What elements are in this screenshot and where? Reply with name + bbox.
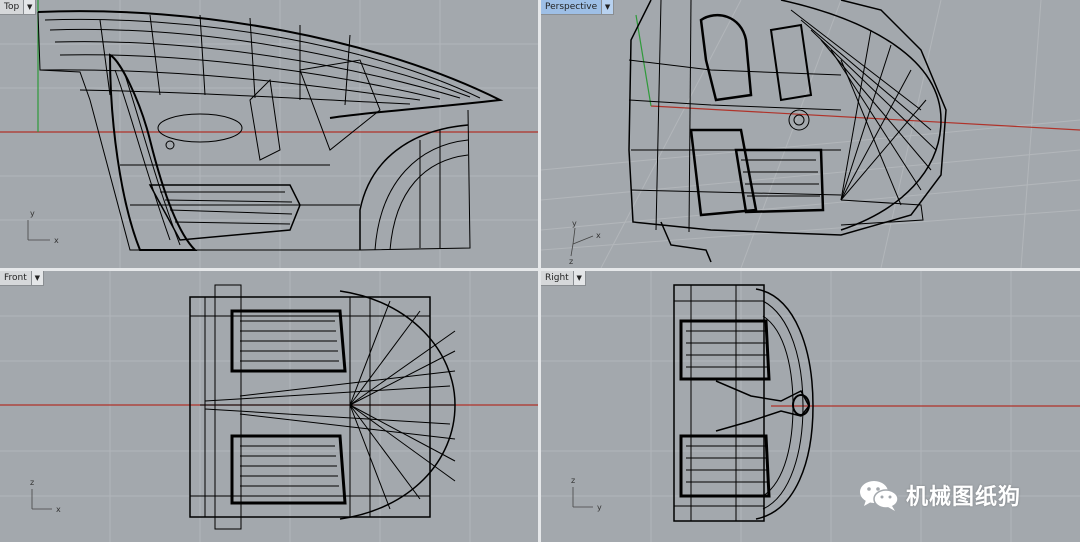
axis-label-y: y xyxy=(572,219,577,228)
axis-label-x: x xyxy=(54,236,59,245)
wireframe-model xyxy=(628,0,947,263)
viewport-front[interactable]: x z Front ▼ xyxy=(0,271,538,542)
viewport-title-perspective: Perspective xyxy=(545,2,598,12)
axis-label-y: y xyxy=(597,503,602,512)
viewport-tab-perspective[interactable]: Perspective ▼ xyxy=(541,0,615,15)
axis-label-x: x xyxy=(596,231,601,240)
viewport-tab-front[interactable]: Front ▼ xyxy=(0,271,44,286)
axis-label-y: y xyxy=(30,209,35,218)
axis-label-z: z xyxy=(569,257,573,266)
chevron-down-icon[interactable]: ▼ xyxy=(23,0,36,14)
viewport-divider-vertical[interactable] xyxy=(538,0,541,542)
axis-label-x: x xyxy=(56,505,61,514)
wireframe-model xyxy=(37,10,504,251)
viewport-tab-top[interactable]: Top ▼ xyxy=(0,0,37,15)
viewport-top[interactable]: x y Top ▼ xyxy=(0,0,538,268)
viewport-top-scene[interactable]: x y xyxy=(0,0,538,268)
wechat-icon xyxy=(860,481,899,511)
chevron-down-icon[interactable]: ▼ xyxy=(30,271,43,285)
viewport-perspective[interactable]: x y z Perspective ▼ xyxy=(541,0,1080,268)
axis-label-z: z xyxy=(30,478,34,487)
wireframe-model xyxy=(673,284,814,522)
chevron-down-icon[interactable]: ▼ xyxy=(572,271,585,285)
chevron-down-icon[interactable]: ▼ xyxy=(601,0,614,14)
viewport-tab-right[interactable]: Right ▼ xyxy=(541,271,586,286)
viewport-title-front: Front xyxy=(4,273,27,283)
viewport-perspective-scene[interactable]: x y z xyxy=(541,0,1080,268)
viewport-title-right: Right xyxy=(545,273,569,283)
watermark: 机械图纸狗 xyxy=(858,478,1021,512)
axis-label-z: z xyxy=(571,476,575,485)
y-axis-line xyxy=(635,14,652,107)
viewport-divider-horizontal[interactable] xyxy=(0,268,1080,271)
watermark-text: 机械图纸狗 xyxy=(906,485,1022,510)
viewport-front-scene[interactable]: x z xyxy=(0,271,538,542)
wireframe-model xyxy=(189,284,456,530)
viewport-title-top: Top xyxy=(4,2,20,12)
